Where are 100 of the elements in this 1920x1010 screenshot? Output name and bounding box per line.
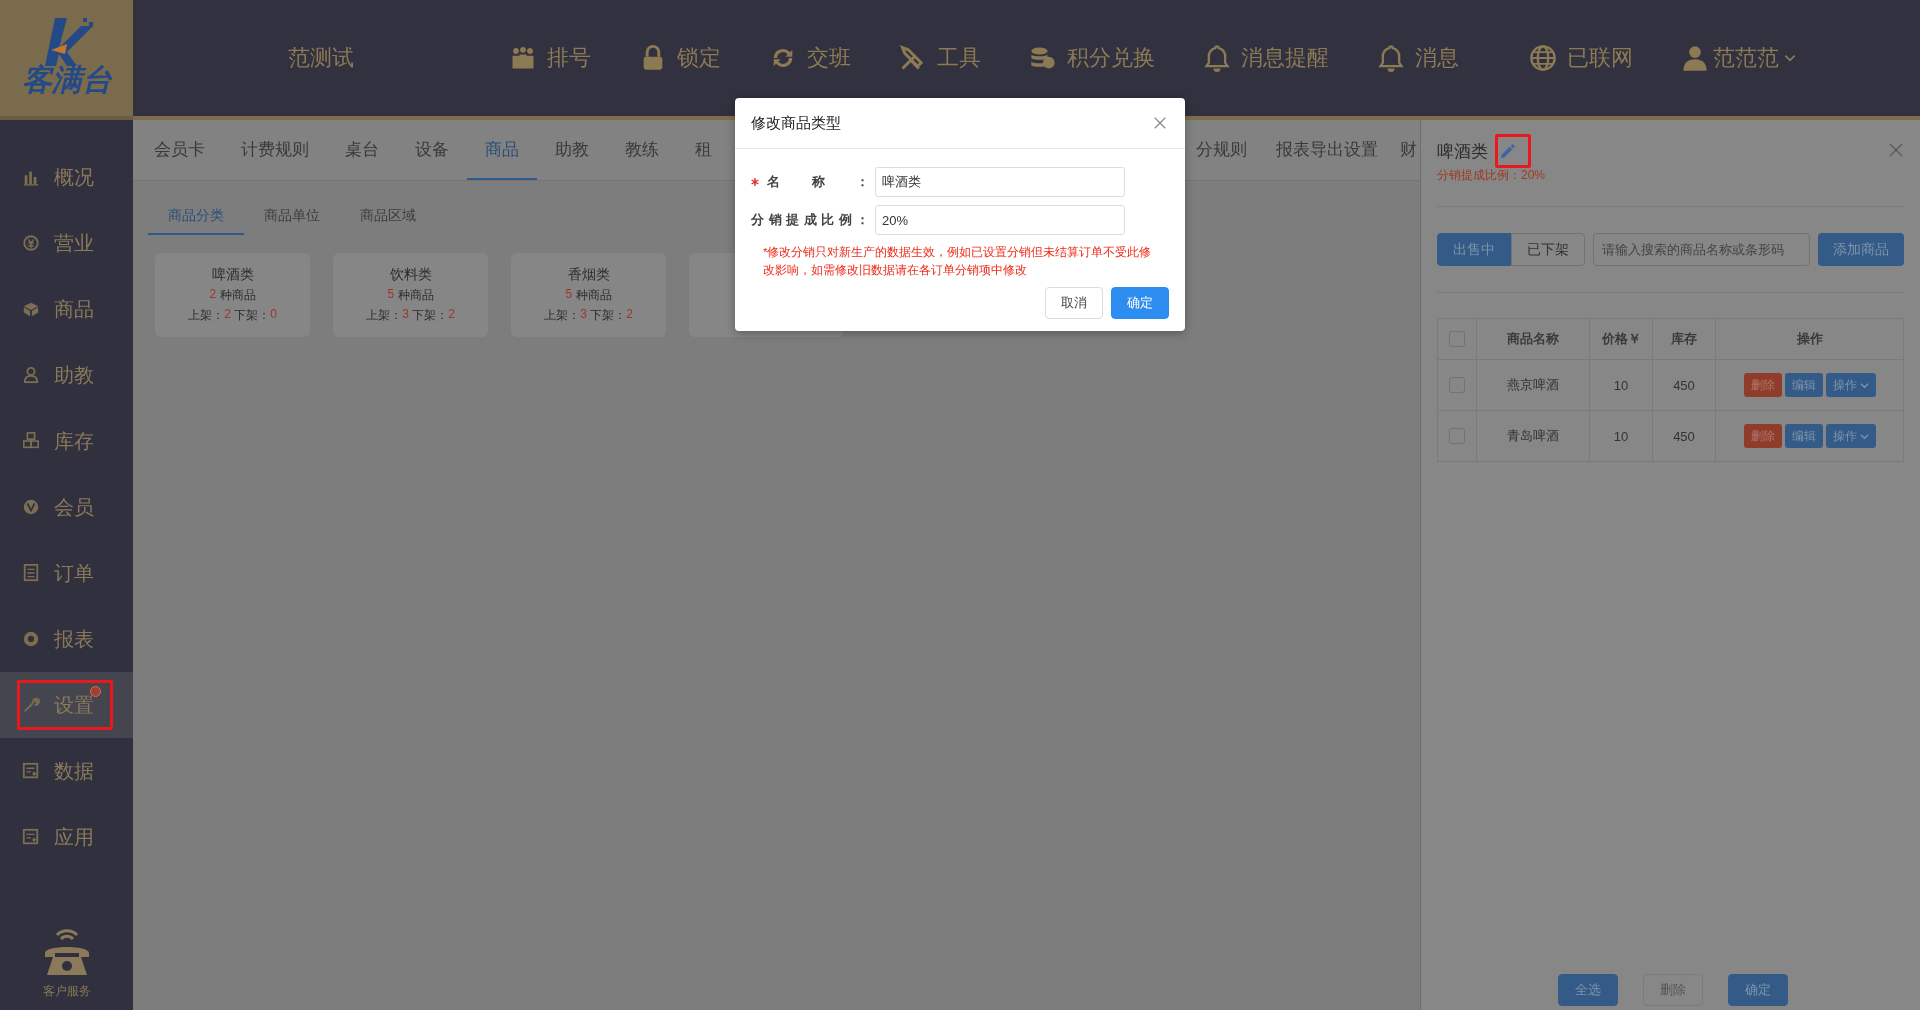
edit-button[interactable]: 编辑 xyxy=(1784,373,1823,397)
footer-button[interactable]: 全选 xyxy=(1557,974,1618,1006)
support-label[interactable]: 客户服务 xyxy=(42,983,91,1000)
edit-icon[interactable] xyxy=(1498,142,1516,161)
sidebar-item[interactable]: 会员 xyxy=(0,474,133,540)
category-card[interactable]: 香烟类 5 种商品 上架：3 下架：2 xyxy=(511,253,666,337)
logo-text: 客满台 xyxy=(21,61,112,98)
tab[interactable]: 租 xyxy=(677,120,730,180)
column-header: 操作 xyxy=(1796,331,1823,346)
nav-link[interactable]: 积分兑换 xyxy=(1067,43,1155,73)
sub-tab[interactable]: 商品分类 xyxy=(148,199,244,235)
on-shelf-label: 上架： xyxy=(366,307,403,324)
input-field[interactable]: 啤酒类 xyxy=(875,167,1125,197)
add-product-button[interactable]: 添加商品 xyxy=(1818,233,1904,266)
close-icon[interactable] xyxy=(1888,142,1904,158)
bell-icon[interactable] xyxy=(1377,44,1405,72)
badge-icon xyxy=(22,497,40,517)
caret-icon[interactable] xyxy=(1859,380,1869,390)
user-icon[interactable] xyxy=(1681,44,1709,72)
tab[interactable]: 商品 xyxy=(467,120,537,180)
sidebar-item[interactable]: 设置 xyxy=(0,672,133,738)
sidebar-label: 会员 xyxy=(54,494,94,520)
sidebar-label: 订单 xyxy=(54,560,94,586)
off-shelf-label: 下架： xyxy=(589,307,627,324)
sidebar-item[interactable]: 报表 xyxy=(0,606,133,672)
close-icon[interactable] xyxy=(1153,116,1167,130)
tab[interactable]: 报表导出设置 xyxy=(1265,120,1389,180)
sidebar-label: 营业 xyxy=(54,230,94,256)
delete-button[interactable]: 删除 xyxy=(1743,424,1782,448)
tab[interactable]: 教练 xyxy=(607,120,677,180)
edit-button[interactable]: 编辑 xyxy=(1784,424,1823,448)
off-shelf-count: 2 xyxy=(448,307,455,323)
nav-link[interactable]: 工具 xyxy=(937,43,981,73)
status-tab[interactable]: 出售中 xyxy=(1437,233,1511,266)
actions-dropdown[interactable]: 操作 xyxy=(1825,373,1876,397)
category-card[interactable]: 饮料类 5 种商品 上架：3 下架：2 xyxy=(333,253,488,337)
category-card[interactable]: 啤酒类 2 种商品 上架：2 下架：0 xyxy=(155,253,310,337)
tab[interactable]: 助教 xyxy=(537,120,607,180)
column-header: 商品名称 xyxy=(1507,331,1559,346)
sidebar-item[interactable]: 数据 xyxy=(0,738,133,804)
count-label: 种商品 xyxy=(396,287,434,304)
sidebar-label: 商品 xyxy=(54,296,94,322)
sidebar-label: 助教 xyxy=(54,362,94,388)
sidebar-item[interactable]: 订单 xyxy=(0,540,133,606)
stock: 450 xyxy=(1673,428,1695,444)
store-name: 范测试 xyxy=(288,44,354,72)
tab[interactable]: 桌台 xyxy=(327,120,397,180)
product-name: 青岛啤酒 xyxy=(1507,428,1559,443)
bell-icon[interactable] xyxy=(1203,44,1231,72)
nav-link[interactable]: 消息提醒 xyxy=(1241,43,1329,73)
status-tab[interactable]: 已下架 xyxy=(1511,233,1585,266)
network-status: 已联网 xyxy=(1567,44,1633,72)
sidebar-item[interactable]: 应用 xyxy=(0,804,133,870)
tab[interactable]: 设备 xyxy=(397,120,467,180)
warning-note: *修改分销只对新生产的数据生效，例如已设置分销但未结算订单不受此修改影响，如需修改旧数据请在各订单分销项中修改 xyxy=(762,245,1153,278)
off-shelf-label: 下架： xyxy=(411,307,449,324)
sidebar-item[interactable]: 库存 xyxy=(0,408,133,474)
sidebar-item[interactable]: 商品 xyxy=(0,276,133,342)
sidebar-label: 设置 xyxy=(54,692,94,718)
nav-link[interactable]: 排号 xyxy=(547,43,591,73)
caret-icon[interactable] xyxy=(1859,431,1869,441)
confirm-button[interactable]: 确定 xyxy=(1111,287,1169,319)
actions-dropdown[interactable]: 操作 xyxy=(1825,424,1876,448)
globe-icon xyxy=(1529,44,1557,72)
on-shelf-label: 上架： xyxy=(188,307,225,324)
sidebar-item[interactable]: 概况 xyxy=(0,144,133,210)
sub-tab[interactable]: 商品区域 xyxy=(340,199,436,235)
price: 10 xyxy=(1613,377,1629,393)
search-field[interactable]: 请输入搜索的商品名称或条形码 xyxy=(1593,233,1810,266)
panel-title: 啤酒类 xyxy=(1437,141,1488,163)
sidebar-label: 概况 xyxy=(54,164,94,190)
stock: 450 xyxy=(1673,377,1695,393)
sidebar-item[interactable]: 助教 xyxy=(0,342,133,408)
sidebar-label: 报表 xyxy=(54,626,94,652)
user-menu[interactable]: 范范范 xyxy=(1713,43,1779,73)
category-name: 饮料类 xyxy=(389,266,432,284)
tab[interactable]: 计费规则 xyxy=(223,120,327,180)
tab[interactable]: 分规则 xyxy=(1178,120,1265,180)
sidebar-item[interactable]: 营业 xyxy=(0,210,133,276)
off-shelf-count: 2 xyxy=(626,307,633,323)
input-field[interactable]: 20% xyxy=(875,205,1125,235)
cancel-button[interactable]: 取消 xyxy=(1045,287,1103,319)
nav-link[interactable]: 交班 xyxy=(807,43,851,73)
footer-button[interactable]: 确定 xyxy=(1727,974,1788,1006)
delete-button[interactable]: 删除 xyxy=(1743,373,1782,397)
field-label: 分销提成比例： xyxy=(751,211,869,229)
nav-link[interactable]: 锁定 xyxy=(677,43,721,73)
dialog-title: 修改商品类型 xyxy=(751,113,841,133)
tab[interactable]: 财 xyxy=(1389,120,1417,180)
category-name: 香烟类 xyxy=(567,266,610,284)
category-name: 啤酒类 xyxy=(211,266,254,284)
product-name: 燕京啤酒 xyxy=(1507,377,1559,392)
off-shelf-count: 0 xyxy=(270,307,277,323)
nav-link[interactable]: 消息 xyxy=(1415,43,1459,73)
field-label: 名称： xyxy=(767,173,869,191)
off-shelf-label: 下架： xyxy=(233,307,271,324)
tab[interactable]: 会员卡 xyxy=(136,120,223,180)
on-shelf-count: 2 xyxy=(224,307,231,323)
sub-tab[interactable]: 商品单位 xyxy=(244,199,340,235)
sidebar-label: 库存 xyxy=(54,428,94,454)
